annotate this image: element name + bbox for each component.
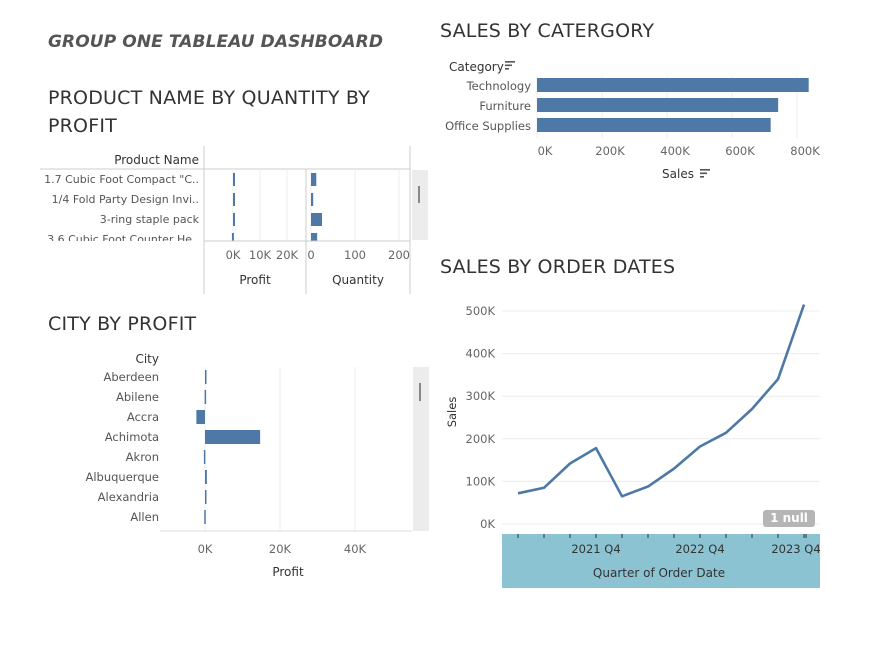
city-label: Alexandria bbox=[98, 490, 159, 504]
category-row-header: Category bbox=[449, 60, 504, 74]
city-label: Akron bbox=[126, 450, 159, 464]
profit-tick-label: 0K bbox=[198, 542, 213, 556]
sort-icon-line bbox=[505, 61, 515, 63]
quantity-bar bbox=[311, 213, 322, 226]
sales-axis-title: Sales bbox=[662, 167, 694, 181]
sales-tick-label: 400K bbox=[660, 144, 690, 158]
category-label: Furniture bbox=[479, 99, 531, 113]
quantity-tick-label: 0 bbox=[307, 248, 314, 262]
sales-tick-label: 600K bbox=[725, 144, 755, 158]
sales-line bbox=[517, 304, 806, 498]
sales-tick-label: 0K bbox=[538, 144, 553, 158]
profit-tick-label: 20K bbox=[276, 248, 299, 262]
quantity-tick-label: 100 bbox=[344, 248, 366, 262]
city-label: Aberdeen bbox=[103, 370, 159, 384]
scrollbar-thumb[interactable] bbox=[418, 186, 420, 203]
sales-tick-label: 200K bbox=[595, 144, 625, 158]
profit-bar bbox=[203, 450, 206, 464]
quarter-tick-label: 2022 Q4 bbox=[675, 542, 724, 556]
sort-icon-line bbox=[700, 172, 707, 175]
product-row-header: Product Name bbox=[114, 153, 199, 167]
sales-tick-label: 0K bbox=[480, 517, 495, 531]
category-chart[interactable]: Category Technology Furniture Office Suppli… bbox=[440, 56, 840, 186]
profit-bar bbox=[233, 193, 235, 206]
city-label: Achimota bbox=[105, 430, 159, 444]
sort-icon-line bbox=[505, 68, 509, 70]
sales-axis-title: Sales bbox=[445, 397, 459, 428]
city-row-header: City bbox=[135, 352, 159, 366]
profit-bar bbox=[205, 370, 207, 384]
scrollbar[interactable] bbox=[412, 170, 428, 240]
sort-icon-line bbox=[700, 169, 710, 171]
sales-tick-label: 500K bbox=[466, 304, 496, 318]
city-label: Abilene bbox=[116, 390, 159, 404]
quantity-bar bbox=[311, 173, 317, 186]
category-bar bbox=[537, 98, 779, 112]
quantity-axis-title: Quantity bbox=[332, 273, 384, 287]
profit-bar bbox=[204, 510, 206, 524]
quarter-axis-title: Quarter of Order Date bbox=[593, 566, 725, 580]
city-sheet-title: CITY BY PROFIT bbox=[48, 313, 197, 335]
profit-tick-label: 0K bbox=[226, 248, 241, 262]
sales-tick-label: 300K bbox=[466, 389, 496, 403]
sales-sort-icon[interactable] bbox=[700, 169, 710, 178]
profit-bar bbox=[204, 390, 207, 404]
profit-bar bbox=[205, 430, 261, 444]
category-label: Technology bbox=[466, 79, 532, 93]
profit-bar bbox=[205, 470, 207, 484]
profit-bar bbox=[233, 173, 235, 186]
profit-bar bbox=[205, 490, 207, 504]
scrollbar-thumb[interactable] bbox=[419, 383, 421, 401]
city-chart[interactable]: City Aberdeen Abilene Accra Achimota Akron Alb… bbox=[40, 345, 440, 585]
profit-axis-title: Profit bbox=[272, 565, 304, 579]
date-sheet-title: SALES BY ORDER DATES bbox=[440, 256, 676, 278]
quarter-tick-label: 2023 Q4 bbox=[771, 542, 820, 556]
city-label-truncated bbox=[155, 530, 159, 544]
sort-icon-line bbox=[505, 64, 512, 67]
null-indicator-badge[interactable]: 1 null bbox=[763, 510, 815, 527]
profit-axis-title: Profit bbox=[239, 273, 271, 287]
product-sheet-title: PRODUCT NAME BY QUANTITY BY PROFIT bbox=[48, 87, 370, 137]
profit-tick-label: 40K bbox=[344, 542, 367, 556]
category-bar bbox=[537, 78, 809, 92]
quarter-tick-label: 2021 Q4 bbox=[571, 542, 620, 556]
sales-tick-label: 200K bbox=[466, 432, 496, 446]
category-bar bbox=[537, 118, 771, 132]
profit-tick-label: 10K bbox=[249, 248, 272, 262]
sales-tick-label: 800K bbox=[790, 144, 820, 158]
city-label: Accra bbox=[127, 410, 159, 424]
category-sort-icon[interactable] bbox=[505, 61, 515, 70]
category-label: Office Supplies bbox=[445, 119, 531, 133]
date-chart[interactable]: 0K 100K 200K 300K 400K 500K Sales 2021 Q4 2022 Q… bbox=[440, 290, 830, 590]
profit-bar bbox=[196, 410, 205, 424]
product-name-label: 1/4 Fold Party Design Invi.. bbox=[52, 193, 199, 206]
city-label: Allen bbox=[130, 510, 159, 524]
sales-tick-label: 100K bbox=[466, 474, 496, 488]
product-name-label: 1.7 Cubic Foot Compact "C.. bbox=[44, 173, 199, 186]
city-label: Albuquerque bbox=[85, 470, 159, 484]
product-chart[interactable]: Product Name 1.7 Cubic Foot Compact "C.. 1… bbox=[40, 146, 432, 296]
profit-tick-label: 20K bbox=[269, 542, 292, 556]
profit-bar bbox=[233, 213, 235, 226]
product-name-label: 3-ring staple pack bbox=[100, 213, 200, 226]
quantity-tick-label: 200 bbox=[388, 248, 410, 262]
quantity-bar bbox=[311, 193, 314, 206]
sales-tick-label: 400K bbox=[466, 347, 496, 361]
dashboard-title: GROUP ONE TABLEAU DASHBOARD bbox=[48, 32, 384, 52]
sort-icon-line bbox=[700, 176, 704, 178]
category-sheet-title: SALES BY CATERGORY bbox=[440, 20, 655, 42]
